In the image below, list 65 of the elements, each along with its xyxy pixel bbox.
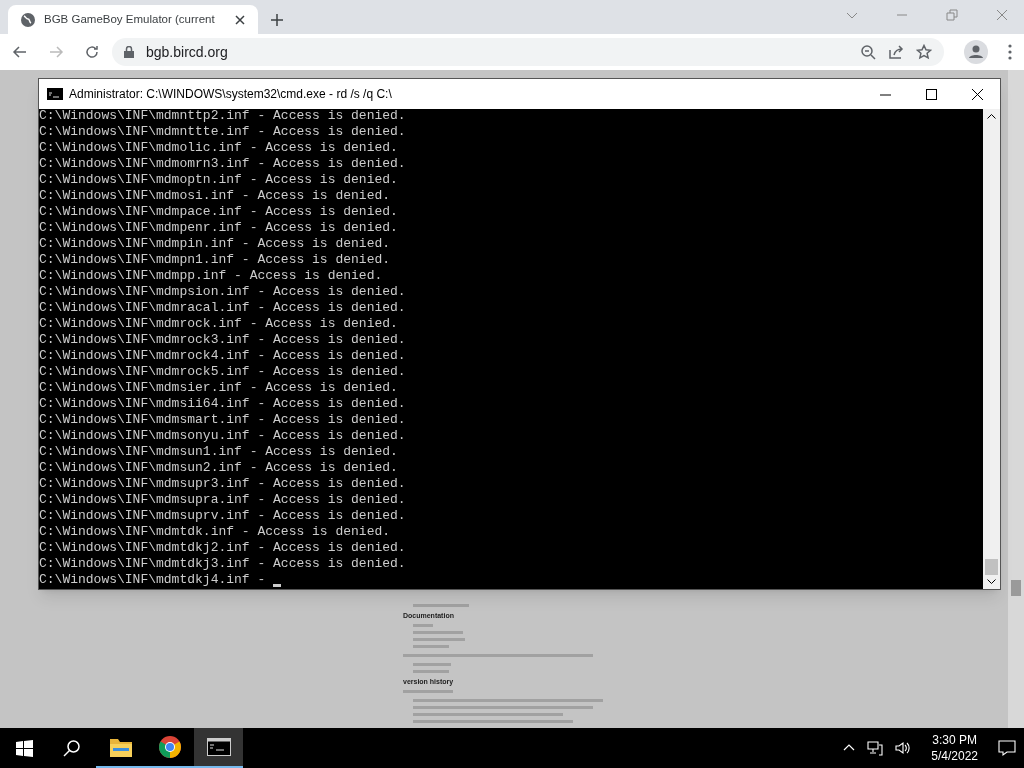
notification-icon[interactable] bbox=[998, 739, 1016, 757]
maximize-icon[interactable] bbox=[925, 88, 937, 100]
share-icon[interactable] bbox=[888, 44, 904, 60]
console-line: C:\Windows\INF\mdmracal.inf - Access is denied. bbox=[39, 300, 406, 316]
console-line: C:\Windows\INF\mdmoptn.inf - Access is denied. bbox=[39, 172, 398, 188]
close-icon[interactable] bbox=[234, 13, 246, 26]
url-text: bgb.bircd.org bbox=[146, 42, 228, 62]
network-icon[interactable] bbox=[867, 740, 884, 756]
reload-icon[interactable] bbox=[84, 44, 100, 60]
console-line: C:\Windows\INF\mdmsupra.inf - Access is denied. bbox=[39, 492, 406, 508]
terminal-icon bbox=[47, 88, 63, 100]
console-line: C:\Windows\INF\mdmosi.inf - Access is denied. bbox=[39, 188, 391, 204]
console-line: C:\Windows\INF\mdmnttte.inf - Access is denied. bbox=[39, 124, 406, 140]
browser-tab[interactable]: BGB GameBoy Emulator (current bbox=[8, 5, 258, 34]
console-line: C:\Windows\INF\mdmsupr3.inf - Access is denied. bbox=[39, 476, 406, 492]
console-line: C:\Windows\INF\mdmpin.inf - Access is denied. bbox=[39, 236, 391, 252]
console-line: C:\Windows\INF\mdmpsion.inf - Access is denied. bbox=[39, 284, 406, 300]
scroll-thumb[interactable] bbox=[985, 559, 998, 575]
console-line: C:\Windows\INF\mdmsier.inf - Access is denied. bbox=[39, 380, 398, 396]
console-line: C:\Windows\INF\mdmsun1.inf - Access is denied. bbox=[39, 444, 398, 460]
console-scrollbar[interactable] bbox=[983, 109, 1000, 589]
terminal-icon[interactable] bbox=[206, 738, 231, 756]
search-icon[interactable] bbox=[63, 739, 81, 757]
console-line: C:\Windows\INF\mdmsmart.inf - Access is denied. bbox=[39, 412, 406, 428]
scroll-up-icon[interactable] bbox=[987, 113, 996, 119]
volume-icon[interactable] bbox=[895, 740, 912, 756]
console-line: C:\Windows\INF\mdmolic.inf - Access is denied. bbox=[39, 140, 398, 156]
address-bar[interactable]: bgb.bircd.org bbox=[112, 38, 944, 66]
window-title: Administrator: C:\WINDOWS\system32\cmd.exe - rd /s /q C:\ bbox=[69, 86, 392, 103]
star-icon[interactable] bbox=[916, 44, 932, 60]
console-line: C:\Windows\INF\mdmtdkj2.inf - Access is denied. bbox=[39, 540, 406, 556]
console-line: C:\Windows\INF\mdmpp.inf - Access is denied. bbox=[39, 268, 383, 284]
console-line: C:\Windows\INF\mdmrock.inf - Access is denied. bbox=[39, 316, 398, 332]
console-line: C:\Windows\INF\mdmtdkj4.inf - bbox=[39, 572, 266, 588]
back-arrow-icon[interactable] bbox=[12, 44, 28, 60]
clock-time: 3:30 PM bbox=[932, 732, 977, 748]
console-line: C:\Windows\INF\mdmpace.inf - Access is denied. bbox=[39, 204, 398, 220]
plus-icon[interactable] bbox=[270, 12, 284, 27]
console-line: C:\Windows\INF\mdmtdk.inf - Access is denied. bbox=[39, 524, 391, 540]
page-scrollbar[interactable] bbox=[1008, 70, 1024, 728]
console-line: C:\Windows\INF\mdmsonyu.inf - Access is denied. bbox=[39, 428, 406, 444]
console-line: C:\Windows\INF\mdmsii64.inf - Access is denied. bbox=[39, 396, 406, 412]
console-line: C:\Windows\INF\mdmsuprv.inf - Access is denied. bbox=[39, 508, 406, 524]
profile-avatar-icon[interactable] bbox=[964, 40, 988, 64]
close-icon[interactable] bbox=[971, 88, 983, 100]
console-line: C:\Windows\INF\mdmrock5.inf - Access is denied. bbox=[39, 364, 406, 380]
taskbar-app[interactable] bbox=[194, 728, 243, 768]
menu-icon[interactable] bbox=[1008, 44, 1012, 60]
scroll-down-icon[interactable] bbox=[987, 579, 996, 585]
console-line: C:\Windows\INF\mdmomrn3.inf - Access is denied. bbox=[39, 156, 406, 172]
globe-icon bbox=[20, 11, 36, 28]
browser-logo-icon[interactable] bbox=[157, 735, 182, 759]
zoom-out-icon[interactable] bbox=[860, 44, 876, 60]
console-line: C:\Windows\INF\mdmnttp2.inf - Access is denied. bbox=[39, 109, 406, 124]
folder-icon[interactable] bbox=[108, 736, 133, 758]
console-line: C:\Windows\INF\mdmsun2.inf - Access is denied. bbox=[39, 460, 398, 476]
console-line: C:\Windows\INF\mdmrock3.inf - Access is denied. bbox=[39, 332, 406, 348]
console-line: C:\Windows\INF\mdmpenr.inf - Access is denied. bbox=[39, 220, 398, 236]
console-line: C:\Windows\INF\mdmtdkj3.inf - Access is denied. bbox=[39, 556, 406, 572]
console-line: C:\Windows\INF\mdmpn1.inf - Access is denied. bbox=[39, 252, 391, 268]
clock-date: 5/4/2022 bbox=[931, 748, 978, 764]
console-line: C:\Windows\INF\mdmrock4.inf - Access is denied. bbox=[39, 348, 406, 364]
windows-logo-icon[interactable] bbox=[15, 739, 33, 757]
lock-icon bbox=[124, 46, 134, 58]
tab-title: BGB GameBoy Emulator (current bbox=[44, 11, 215, 27]
